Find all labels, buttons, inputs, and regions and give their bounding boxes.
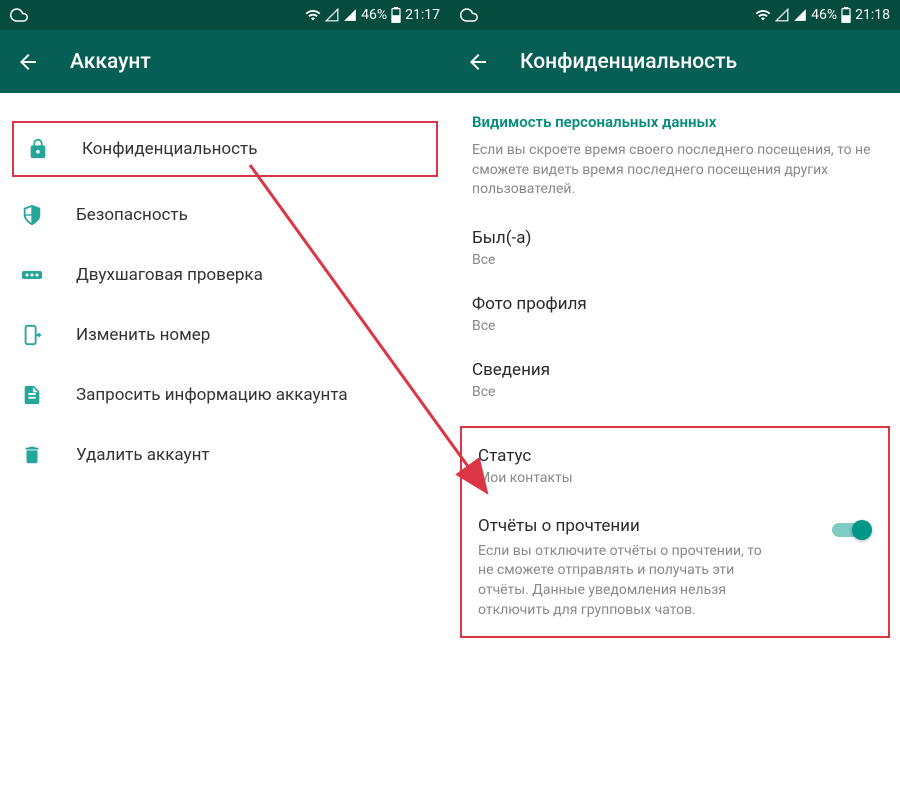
menu-item-two-step[interactable]: Двухшаговая проверка xyxy=(0,245,450,305)
privacy-screen: 46% 21:18 Конфиденциальность Видимость п… xyxy=(450,0,900,796)
battery-icon xyxy=(391,7,401,23)
back-button[interactable] xyxy=(16,50,40,74)
menu-label: Двухшаговая проверка xyxy=(76,265,263,285)
item-value: Мои контакты xyxy=(478,470,872,486)
menu-item-delete-account[interactable]: Удалить аккаунт xyxy=(0,425,450,485)
battery-text: 46% xyxy=(361,7,387,23)
item-value: Все xyxy=(472,318,878,334)
time-text: 21:17 xyxy=(405,7,440,23)
battery-icon xyxy=(841,7,851,23)
menu-item-change-number[interactable]: Изменить номер xyxy=(0,305,450,365)
signal-icon xyxy=(325,8,339,22)
header: Конфиденциальность xyxy=(450,30,900,93)
item-title: Фото профиля xyxy=(472,294,878,314)
signal-icon xyxy=(775,8,789,22)
item-title: Статус xyxy=(478,446,872,466)
lock-icon xyxy=(26,137,50,161)
menu-label: Запросить информацию аккаунта xyxy=(76,385,348,405)
back-button[interactable] xyxy=(466,50,490,74)
page-title: Конфиденциальность xyxy=(520,50,737,74)
time-text: 21:18 xyxy=(855,7,890,23)
toggle-switch[interactable] xyxy=(832,520,872,540)
menu-item-security[interactable]: Безопасность xyxy=(0,185,450,245)
page-title: Аккаунт xyxy=(70,50,151,74)
menu-item-privacy[interactable]: Конфиденциальность xyxy=(12,121,438,177)
battery-text: 46% xyxy=(811,7,837,23)
password-icon xyxy=(20,263,44,287)
privacy-item-read-receipts[interactable]: Отчёты о прочтении Если вы отключите отч… xyxy=(478,516,872,620)
privacy-item-status[interactable]: Статус Мои контакты xyxy=(478,446,872,486)
item-title: Был(-а) xyxy=(472,228,878,248)
document-icon xyxy=(20,383,44,407)
shield-icon xyxy=(20,203,44,227)
section-header: Видимость персональных данных xyxy=(472,113,878,131)
menu-label: Безопасность xyxy=(76,205,188,225)
wifi-icon xyxy=(305,7,321,23)
privacy-item-photo[interactable]: Фото профиля Все xyxy=(472,294,878,334)
menu-label: Конфиденциальность xyxy=(82,139,257,159)
phone-icon xyxy=(20,323,44,347)
status-bar: 46% 21:18 xyxy=(450,0,900,30)
signal-icon-2 xyxy=(343,8,357,22)
trash-icon xyxy=(20,443,44,467)
item-value: Все xyxy=(472,384,878,400)
privacy-item-about[interactable]: Сведения Все xyxy=(472,360,878,400)
item-title: Сведения xyxy=(472,360,878,380)
account-screen: 46% 21:17 Аккаунт Конфиденциальность xyxy=(0,0,450,796)
menu-label: Изменить номер xyxy=(76,325,210,345)
cloud-icon xyxy=(10,6,28,24)
signal-icon-2 xyxy=(793,8,807,22)
wifi-icon xyxy=(755,7,771,23)
status-bar: 46% 21:17 xyxy=(0,0,450,30)
header: Аккаунт xyxy=(0,30,450,93)
privacy-item-last-seen[interactable]: Был(-а) Все xyxy=(472,228,878,268)
item-title: Отчёты о прочтении xyxy=(478,516,832,536)
highlight-box: Статус Мои контакты Отчёты о прочтении Е… xyxy=(460,426,890,638)
item-description: Если вы отключите отчёты о прочтении, то… xyxy=(478,542,778,620)
cloud-icon xyxy=(460,6,478,24)
menu-label: Удалить аккаунт xyxy=(76,445,210,465)
item-value: Все xyxy=(472,252,878,268)
section-description: Если вы скроете время своего последнего … xyxy=(472,141,878,200)
menu-item-request-info[interactable]: Запросить информацию аккаунта xyxy=(0,365,450,425)
